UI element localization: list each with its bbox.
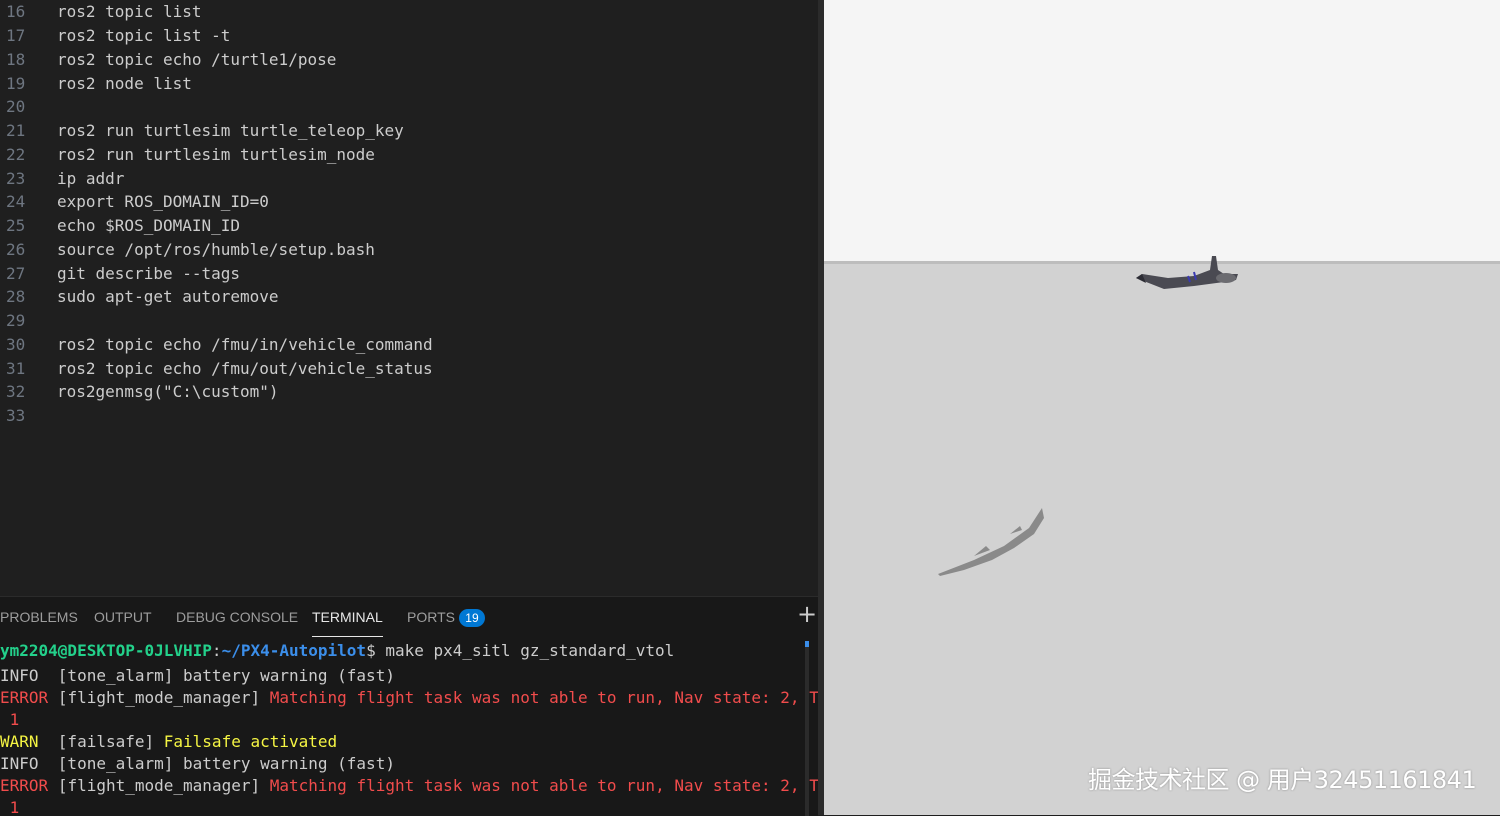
watermark-text: 掘金技术社区 @ 用户32451161841 xyxy=(1088,766,1477,794)
log-line: ERROR [flight_mode_manager] Matching fli… xyxy=(0,775,818,797)
terminal-prompt-line: ym2204@DESKTOP-0JLVHIP:~/PX4-Autopilot$ … xyxy=(0,640,674,662)
line-text: ros2 node list xyxy=(57,74,192,93)
line-text: ros2 topic echo /fmu/in/vehicle_command xyxy=(57,335,433,354)
line-number: 29 xyxy=(6,311,26,330)
log-line: ERROR [flight_mode_manager] Matching fli… xyxy=(0,687,818,709)
log-message: Matching flight task was not able to run… xyxy=(269,688,818,707)
line-number: 18 xyxy=(6,50,26,69)
line-text: ros2 topic list xyxy=(57,2,202,21)
tab-debug-console[interactable]: DEBUG CONSOLE xyxy=(176,597,298,635)
line-number: 26 xyxy=(6,240,26,259)
line-text: source /opt/ros/humble/setup.bash xyxy=(57,240,375,259)
tab-ports-label: PORTS xyxy=(407,609,455,625)
terminal-scroll-marker xyxy=(805,641,809,647)
log-level: INFO xyxy=(0,754,39,773)
vtol-aircraft xyxy=(1136,256,1238,289)
line-number: 28 xyxy=(6,287,26,306)
log-tag: [tone_alarm] xyxy=(57,666,174,685)
log-tag: [flight_mode_manager] xyxy=(57,688,261,707)
line-number: 30 xyxy=(6,335,26,354)
line-text: ros2 run turtlesim turtle_teleop_key xyxy=(57,121,404,140)
line-text: ros2 topic echo /turtle1/pose xyxy=(57,50,337,69)
line-number: 21 xyxy=(6,121,26,140)
log-level: ERROR xyxy=(0,688,49,707)
tab-ports[interactable]: PORTS 19 xyxy=(407,597,485,635)
line-text: git describe --tags xyxy=(57,264,241,283)
tab-problems[interactable]: PROBLEMS xyxy=(0,597,78,635)
log-level: ERROR xyxy=(0,776,49,795)
line-number: 31 xyxy=(6,359,26,378)
line-text: sudo apt-get autoremove xyxy=(57,287,279,306)
log-level: WARN xyxy=(0,732,39,751)
line-number: 33 xyxy=(6,406,26,425)
log-message: Matching flight task was not able to run… xyxy=(269,776,818,795)
log-message: Failsafe activated xyxy=(163,732,338,751)
log-line-continuation: 1 xyxy=(0,709,20,731)
new-terminal-button[interactable]: + xyxy=(796,602,818,626)
line-number: 19 xyxy=(6,74,26,93)
log-message-cont: 1 xyxy=(9,710,20,729)
gazebo-viewport[interactable]: 掘金技术社区 @ 用户32451161841 xyxy=(824,0,1500,815)
log-tag: [failsafe] xyxy=(57,732,155,751)
prompt-command: make px4_sitl gz_standard_vtol xyxy=(385,641,675,660)
sky xyxy=(824,0,1500,263)
log-level: INFO xyxy=(0,666,39,685)
line-number: 24 xyxy=(6,192,26,211)
log-line-continuation: 1 xyxy=(0,797,20,816)
prompt-separator: : xyxy=(211,641,222,660)
line-number: 20 xyxy=(6,97,26,116)
line-number: 23 xyxy=(6,169,26,188)
tab-terminal[interactable]: TERMINAL xyxy=(312,597,383,637)
log-tag: [flight_mode_manager] xyxy=(57,776,261,795)
ports-count-badge: 19 xyxy=(458,609,485,628)
log-message: battery warning (fast) xyxy=(183,754,395,773)
line-text: ip addr xyxy=(57,169,125,188)
prompt-end: $ xyxy=(366,641,386,660)
line-text: ros2 topic list -t xyxy=(57,26,231,45)
bottom-panel: PROBLEMS OUTPUT DEBUG CONSOLE TERMINAL P… xyxy=(0,596,818,816)
line-number: 16 xyxy=(6,2,26,21)
log-line: INFO [tone_alarm] battery warning (fast) xyxy=(0,665,395,687)
line-number: 17 xyxy=(6,26,26,45)
line-text: ros2genmsg("C:\custom") xyxy=(57,382,279,401)
ground-plane xyxy=(824,263,1500,815)
line-text: echo $ROS_DOMAIN_ID xyxy=(57,216,241,235)
line-text: ros2 run turtlesim turtlesim_node xyxy=(57,145,375,164)
log-message: battery warning (fast) xyxy=(183,666,395,685)
tab-output[interactable]: OUTPUT xyxy=(94,597,152,635)
terminal-scrollbar[interactable] xyxy=(805,641,809,816)
line-number: 22 xyxy=(6,145,26,164)
line-text: ros2 topic echo /fmu/out/vehicle_status xyxy=(57,359,433,378)
line-text: export ROS_DOMAIN_ID=0 xyxy=(57,192,269,211)
aircraft-shadow xyxy=(938,508,1044,576)
line-number: 32 xyxy=(6,382,26,401)
prompt-path: ~/PX4-Autopilot xyxy=(221,641,367,660)
line-number: 25 xyxy=(6,216,26,235)
log-line: INFO [tone_alarm] battery warning (fast) xyxy=(0,753,395,775)
log-tag: [tone_alarm] xyxy=(57,754,174,773)
prompt-user: ym2204@DESKTOP-0JLVHIP xyxy=(0,641,212,660)
code-editor[interactable]: 16 ros2 topic list 17 ros2 topic list -t 1… xyxy=(0,0,818,596)
line-number: 27 xyxy=(6,264,26,283)
log-line: WARN [failsafe] Failsafe activated xyxy=(0,731,337,753)
log-message-cont: 1 xyxy=(9,798,20,816)
